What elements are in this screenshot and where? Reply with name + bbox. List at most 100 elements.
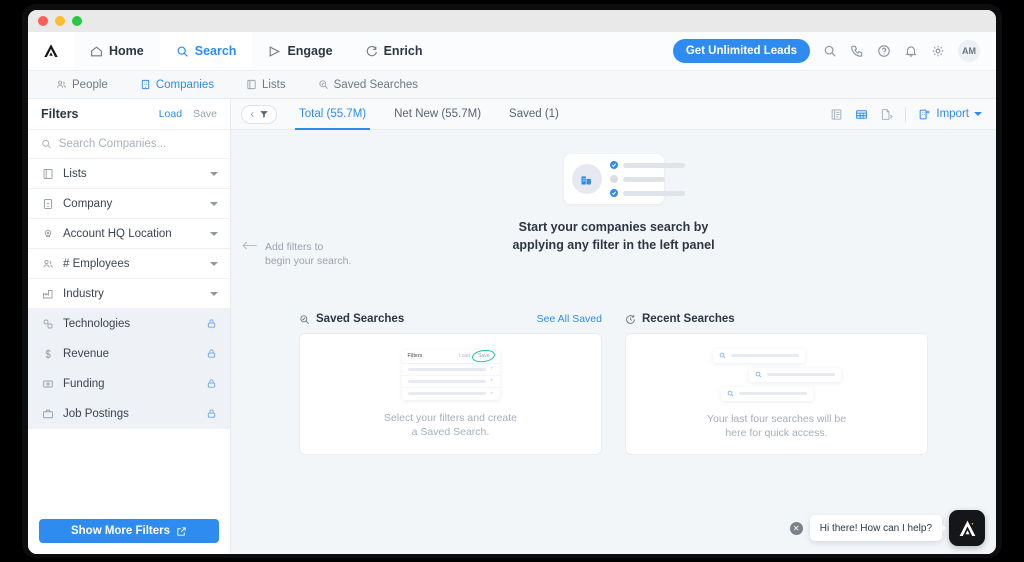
export-csv-icon[interactable] [880, 108, 893, 121]
filter-item-industry[interactable]: Industry [28, 279, 230, 309]
saved-searches-caption-line-2: a Saved Search. [412, 426, 490, 438]
app-logo[interactable] [28, 32, 74, 70]
chevron-down-icon [210, 172, 218, 176]
recent-searches-card: Your last four searches will be here for… [625, 333, 928, 455]
filter-item-revenue[interactable]: Revenue [28, 339, 230, 369]
main-tabs: Home Search Engage [74, 32, 439, 70]
tab-engage[interactable]: Engage [252, 32, 348, 70]
illustration-row [610, 175, 685, 183]
subtab-people[interactable]: People [42, 71, 122, 98]
import-building-icon [918, 108, 931, 121]
plus-icon: + [490, 366, 494, 372]
plus-icon: + [490, 378, 494, 384]
results-tab-total[interactable]: Total (55.7M) [285, 99, 380, 129]
illustration-avatar [572, 164, 602, 194]
save-filters-link[interactable]: Save [193, 108, 217, 120]
mockup-bar [408, 392, 486, 395]
saved-searches-caption: Select your filters and create a Saved S… [384, 411, 517, 439]
illustration-bar [623, 163, 685, 168]
briefcase-icon [41, 408, 54, 420]
filter-item-technologies[interactable]: Technologies [28, 309, 230, 339]
table-view-icon[interactable] [855, 108, 868, 121]
filters-header-actions: Load Save [159, 108, 217, 120]
mockup-bar [408, 380, 486, 383]
search-icon [719, 352, 726, 359]
tab-search[interactable]: Search [160, 32, 253, 70]
subtab-people-label: People [72, 79, 108, 91]
list-view-icon[interactable] [830, 108, 843, 121]
filters-title: Filters [41, 107, 79, 121]
technologies-icon [41, 318, 54, 330]
filter-item-account-hq-location[interactable]: Account HQ Location [28, 219, 230, 249]
bell-icon[interactable] [904, 44, 918, 58]
lock-icon [205, 378, 218, 389]
check-circle-icon [610, 161, 618, 169]
results-tab-net-new[interactable]: Net New (55.7M) [380, 99, 495, 129]
saved-search-icon [318, 79, 329, 90]
empty-state-title-line-1: Start your companies search by [519, 220, 709, 234]
subtab-lists[interactable]: Lists [232, 71, 300, 98]
empty-state-content: Add filters to begin your search. [231, 130, 996, 554]
filter-item-company[interactable]: Company [28, 189, 230, 219]
list-icon [246, 79, 257, 90]
lock-icon [205, 318, 218, 329]
saved-searches-title: Saved Searches [316, 313, 404, 325]
dollar-icon [41, 348, 54, 360]
get-unlimited-leads-button[interactable]: Get Unlimited Leads [673, 39, 810, 63]
close-icon[interactable]: ✕ [790, 522, 803, 535]
avatar[interactable]: AM [958, 40, 980, 62]
import-button[interactable]: Import [918, 108, 982, 121]
show-more-filters-button[interactable]: Show More Filters [39, 519, 219, 543]
chevron-down-icon [210, 262, 218, 266]
gear-icon[interactable] [931, 44, 945, 58]
filter-item-job-postings[interactable]: Job Postings [28, 399, 230, 429]
zoom-window-button[interactable] [72, 16, 82, 26]
tab-enrich[interactable]: Enrich [349, 32, 439, 70]
top-navigation: Home Search Engage [28, 32, 996, 71]
filter-item-label: Industry [63, 288, 201, 300]
search-companies-input[interactable] [59, 138, 217, 150]
tab-enrich-label: Enrich [384, 44, 423, 58]
import-label: Import [936, 108, 969, 120]
results-toolbar-actions: Import [830, 107, 982, 122]
filter-item-lists[interactable]: Lists [28, 159, 230, 189]
subtab-saved-searches[interactable]: Saved Searches [304, 71, 432, 98]
subtab-companies[interactable]: Companies [126, 71, 228, 98]
help-circle-icon[interactable] [877, 44, 891, 58]
search-icon[interactable] [823, 44, 837, 58]
chevron-down-icon [210, 292, 218, 296]
recent-searches-title: Recent Searches [642, 313, 735, 325]
see-all-saved-link[interactable]: See All Saved [537, 313, 602, 325]
empty-state-block: Start your companies search by applying … [231, 154, 996, 254]
apollo-logo-icon [42, 42, 60, 60]
search-icon [176, 45, 189, 58]
recent-search-pill [721, 387, 813, 401]
close-window-button[interactable] [38, 16, 48, 26]
chat-message-bubble[interactable]: Hi there! How can I help? [810, 515, 942, 541]
load-filters-link[interactable]: Load [159, 108, 182, 120]
tab-home[interactable]: Home [74, 32, 160, 70]
phone-icon[interactable] [850, 44, 864, 58]
minimize-window-button[interactable] [55, 16, 65, 26]
check-circle-icon [610, 175, 618, 183]
refresh-icon [365, 45, 378, 58]
app-window: Home Search Engage [28, 10, 996, 554]
illustration-row [610, 189, 685, 197]
filter-item-num-employees[interactable]: # Employees [28, 249, 230, 279]
chevron-down-icon [974, 112, 982, 116]
hint-line-2: begin your search. [265, 255, 351, 267]
filter-item-label: Job Postings [63, 408, 196, 420]
app-body: Filters Load Save Lists [28, 99, 996, 554]
filter-item-label: Technologies [63, 318, 196, 330]
chevron-down-icon [210, 202, 218, 206]
filter-item-label: Company [63, 198, 201, 210]
mockup-header: Filters Load Save [402, 350, 500, 364]
chat-launcher-button[interactable] [949, 510, 985, 546]
mockup-row: + [402, 376, 500, 388]
collapse-filters-button[interactable] [241, 105, 277, 124]
show-more-filters-label: Show More Filters [71, 525, 170, 537]
results-tab-saved[interactable]: Saved (1) [495, 99, 573, 129]
tab-search-label: Search [195, 44, 237, 58]
filter-item-funding[interactable]: Funding [28, 369, 230, 399]
recent-search-pill [749, 368, 841, 382]
